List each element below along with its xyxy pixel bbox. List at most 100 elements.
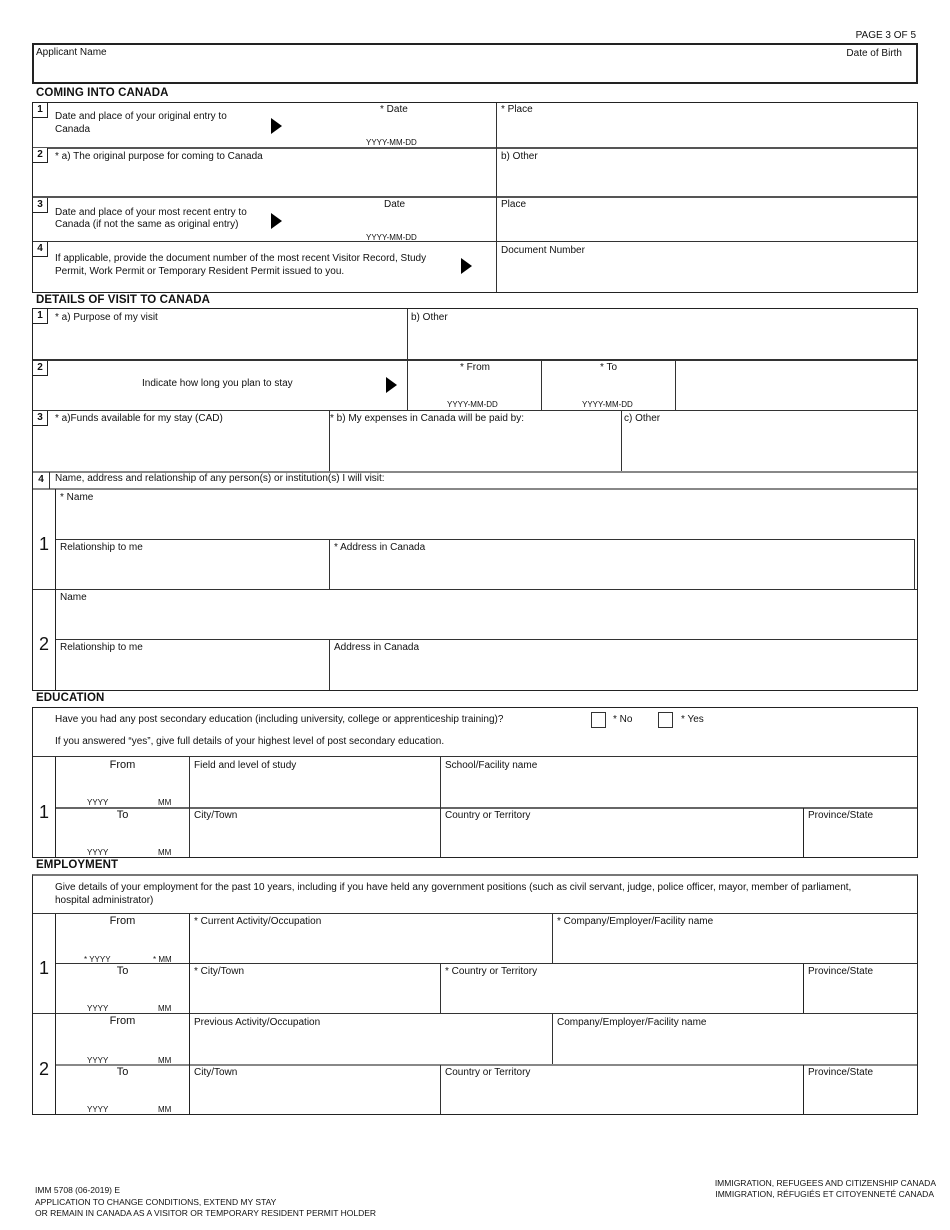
- divider: [675, 360, 676, 410]
- emp1-from-label: From: [109, 915, 136, 927]
- education-yes-label: * Yes: [681, 714, 704, 725]
- education-yes-checkbox[interactable]: [658, 712, 673, 728]
- dv-purpose-select[interactable]: [50, 326, 405, 357]
- person-index: 1: [38, 534, 49, 554]
- divider: [33, 488, 917, 490]
- q1-place-label: * Place: [501, 104, 533, 115]
- person-1-address-field[interactable]: [331, 556, 913, 587]
- yyyy-hint: YYYY: [87, 798, 109, 807]
- divider: [189, 914, 190, 1114]
- q4-text: If applicable, provide the document numb…: [55, 253, 427, 264]
- dv-q1-other-label: b) Other: [411, 312, 448, 323]
- arrow-right-icon: [461, 258, 472, 274]
- edu-city-field[interactable]: [191, 824, 438, 856]
- section-title-employment: EMPLOYMENT: [36, 859, 119, 871]
- emp1-province-field[interactable]: [806, 980, 916, 1011]
- edu-country-select[interactable]: [442, 824, 801, 856]
- divider: [621, 411, 622, 471]
- emp2-from-date-field[interactable]: [58, 1031, 186, 1052]
- emp1-company-field[interactable]: [554, 930, 916, 961]
- employment-instruction: Give details of your employment for the …: [55, 882, 852, 893]
- form-title-line2: OR REMAIN IN CANADA AS A VISITOR OR TEMP…: [35, 1208, 377, 1218]
- divider: [33, 589, 917, 590]
- emp2-from-label: From: [109, 1015, 136, 1027]
- q3-place-field[interactable]: [498, 212, 916, 240]
- section-title-details-of-visit: DETAILS OF VISIT TO CANADA: [36, 294, 211, 306]
- question-number: 1: [33, 309, 48, 324]
- dv-funds-field[interactable]: [50, 427, 327, 469]
- divider: [55, 539, 915, 540]
- page-indicator: PAGE 3 OF 5: [855, 30, 916, 41]
- person-2-address-label: Address in Canada: [334, 642, 420, 653]
- emp2-country-select[interactable]: [442, 1081, 801, 1112]
- dv-c-other-field[interactable]: [623, 427, 916, 469]
- edu-to-date-field[interactable]: [58, 825, 186, 844]
- emp1-activity-label: * Current Activity/Occupation: [194, 916, 322, 927]
- department-name-en: IMMIGRATION, REFUGEES AND CITIZENSHIP CA…: [714, 1178, 936, 1188]
- q3-date-field[interactable]: [330, 212, 490, 230]
- education-no-label: * No: [613, 714, 633, 725]
- dv-to-date-field[interactable]: [543, 376, 673, 396]
- emp2-province-label: Province/State: [808, 1067, 874, 1078]
- education-no-checkbox[interactable]: [591, 712, 606, 728]
- edu-school-field[interactable]: [442, 774, 916, 805]
- emp1-company-label: * Company/Employer/Facility name: [557, 916, 714, 927]
- q1-date-field[interactable]: [330, 117, 490, 135]
- emp2-country-label: Country or Territory: [445, 1067, 531, 1078]
- emp1-activity-select[interactable]: [192, 930, 550, 961]
- emp1-to-date-field[interactable]: [58, 981, 186, 1001]
- q1-place-field[interactable]: [498, 117, 916, 145]
- q2-purpose-label: * a) The original purpose for coming to …: [55, 151, 263, 162]
- form-title-line1: APPLICATION TO CHANGE CONDITIONS, EXTEND…: [35, 1197, 277, 1207]
- divider: [49, 472, 50, 489]
- q2-other-field[interactable]: [498, 165, 916, 194]
- date-of-birth-field[interactable]: [700, 60, 915, 82]
- question-number: 2: [33, 361, 48, 376]
- person-2-address-field[interactable]: [331, 656, 915, 688]
- divider: [914, 540, 915, 589]
- emp2-province-field[interactable]: [806, 1081, 916, 1112]
- emp1-city-field[interactable]: [192, 980, 438, 1011]
- person-2-relationship-label: Relationship to me: [60, 642, 143, 653]
- emp2-company-field[interactable]: [554, 1031, 916, 1062]
- emp1-from-date-field[interactable]: [58, 931, 186, 951]
- arrow-right-icon: [386, 377, 397, 393]
- mm-hint: MM: [158, 798, 172, 807]
- applicant-name-field[interactable]: [34, 60, 634, 82]
- edu-school-label: School/Facility name: [445, 760, 538, 771]
- person-2-relationship-field[interactable]: [58, 656, 327, 688]
- emp2-activity-select[interactable]: [192, 1031, 550, 1062]
- q4-document-number-field[interactable]: [498, 258, 916, 291]
- divider: [55, 489, 56, 690]
- edu-field-label: Field and level of study: [194, 760, 297, 771]
- emp2-to-date-field[interactable]: [58, 1082, 186, 1102]
- person-1-relationship-field[interactable]: [58, 556, 327, 587]
- dv-paid-by-select[interactable]: [331, 427, 619, 469]
- divider: [440, 757, 441, 857]
- emp1-to-label: To: [116, 965, 129, 977]
- yyyy-hint: YYYY: [87, 1004, 109, 1013]
- dv-q4-text: Name, address and relationship of any pe…: [55, 473, 385, 484]
- date-format-hint: YYYY-MM-DD: [447, 400, 498, 409]
- divider: [33, 147, 917, 149]
- q2-purpose-select[interactable]: [50, 165, 494, 194]
- section-title-education: EDUCATION: [36, 692, 105, 704]
- arrow-right-icon: [271, 118, 282, 134]
- dv-from-date-field[interactable]: [410, 376, 539, 396]
- education-instruction: If you answered “yes”, give full details…: [55, 736, 445, 747]
- question-number: 1: [33, 103, 48, 118]
- divider: [803, 964, 804, 1013]
- edu-province-field[interactable]: [806, 824, 916, 856]
- emp2-city-field[interactable]: [192, 1081, 438, 1112]
- person-2-name-field[interactable]: [58, 606, 914, 637]
- dv-other-field[interactable]: [409, 326, 916, 357]
- divider: [55, 914, 56, 1114]
- divider: [440, 1065, 441, 1114]
- emp1-country-select[interactable]: [442, 980, 801, 1011]
- edu-field-of-study-field[interactable]: [191, 774, 438, 805]
- divider: [33, 913, 917, 914]
- question-number: 3: [33, 198, 48, 213]
- edu-from-date-field[interactable]: [58, 775, 186, 794]
- q3-text: Canada (if not the same as original entr…: [55, 219, 239, 230]
- person-1-name-field[interactable]: [58, 506, 914, 537]
